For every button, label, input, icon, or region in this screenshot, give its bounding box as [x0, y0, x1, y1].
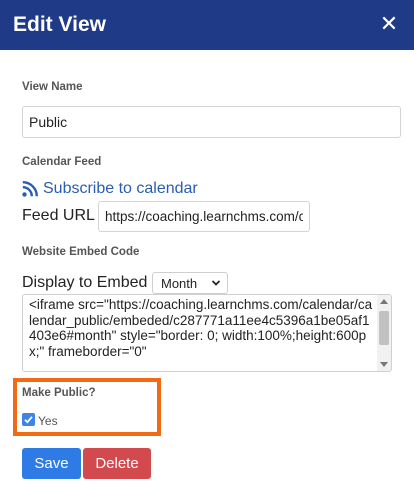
modal-title: Edit View: [13, 13, 106, 36]
make-public-label: Make Public?: [22, 387, 96, 399]
modal-header: Edit View ✕: [0, 0, 414, 50]
checkmark-icon: [24, 416, 33, 424]
display-to-embed-label: Display to Embed: [22, 274, 148, 291]
feed-url-input[interactable]: [98, 201, 310, 232]
embed-code-label: Website Embed Code: [22, 246, 140, 258]
textarea-scrollbar[interactable]: [377, 295, 391, 371]
scroll-up-arrow[interactable]: [380, 299, 388, 304]
view-name-input[interactable]: [22, 106, 401, 138]
chevron-down-icon: [211, 280, 221, 286]
subscribe-link-text: Subscribe to calendar: [43, 180, 198, 197]
embed-code-text: <iframe src="https://coaching.learnchms.…: [29, 297, 373, 359]
embed-code-textarea[interactable]: <iframe src="https://coaching.learnchms.…: [22, 294, 392, 372]
close-icon[interactable]: ✕: [378, 14, 400, 36]
scroll-thumb[interactable]: [379, 311, 389, 345]
display-select-value: Month: [161, 275, 198, 291]
calendar-feed-label: Calendar Feed: [22, 156, 102, 168]
view-name-label: View Name: [22, 81, 83, 93]
make-public-checkbox[interactable]: [22, 413, 35, 426]
scroll-down-arrow[interactable]: [380, 362, 388, 367]
delete-button[interactable]: Delete: [83, 448, 151, 479]
feed-url-label: Feed URL: [22, 207, 95, 224]
rss-icon: [22, 181, 38, 197]
make-public-yes-label: Yes: [38, 414, 58, 428]
save-button[interactable]: Save: [22, 448, 81, 479]
subscribe-link[interactable]: Subscribe to calendar: [22, 180, 198, 198]
display-select[interactable]: Month: [152, 272, 228, 294]
